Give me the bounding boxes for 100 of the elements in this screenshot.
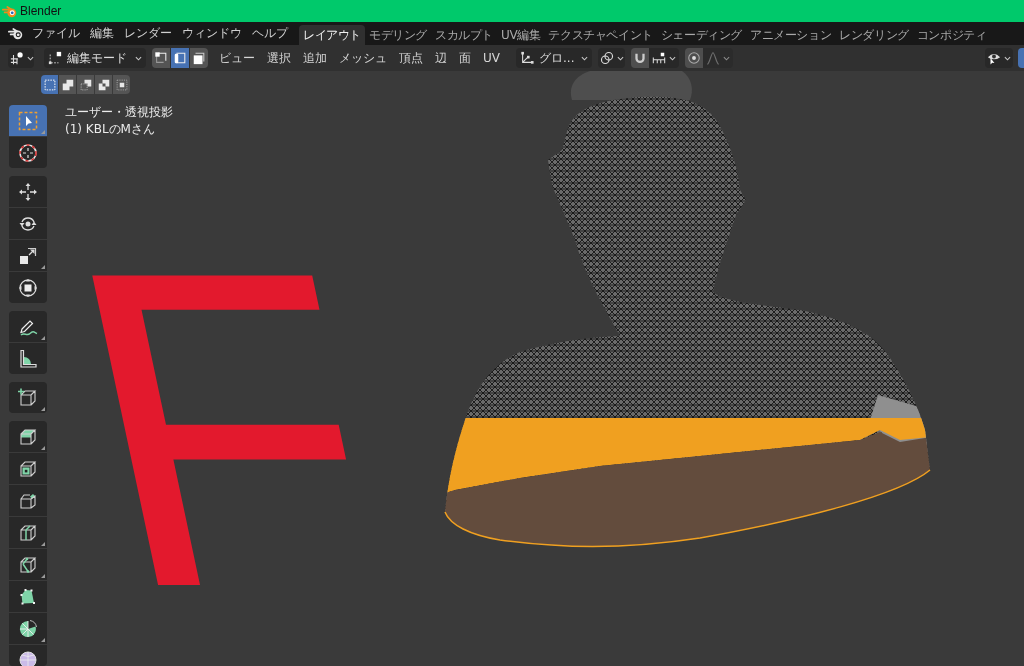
menu-item[interactable]: 編集: [85, 22, 119, 45]
add-cube-tool-button[interactable]: [9, 382, 47, 413]
scale-tool-button[interactable]: [9, 240, 47, 271]
square-cutout-icon: [79, 78, 92, 91]
menu-item[interactable]: メッシュ: [333, 48, 393, 68]
transform-tool-button[interactable]: [9, 272, 47, 303]
workspace-tab[interactable]: レンダリング: [835, 25, 913, 45]
menu-item[interactable]: 辺: [429, 48, 453, 68]
proportional-edit-toggle[interactable]: [685, 48, 703, 68]
dashed-square-icon: [43, 78, 56, 91]
menu-item[interactable]: レンダー: [119, 22, 177, 45]
smooth-tool-button[interactable]: [9, 645, 47, 666]
menu-item[interactable]: 選択: [261, 48, 297, 68]
workspace-tab[interactable]: モデリング: [365, 25, 432, 45]
cube-inset-face-icon: [18, 458, 38, 479]
falloff-dropdown[interactable]: [703, 48, 733, 68]
filled-square-icon: [192, 51, 206, 65]
selection-mode-button[interactable]: [59, 75, 76, 94]
cube-loop-line-icon: [18, 522, 38, 543]
square-edge-icon: [173, 51, 187, 65]
scale-squares-icon: [18, 245, 38, 266]
square-corner-dot-icon: [154, 51, 168, 65]
face-select-button[interactable]: [190, 48, 208, 68]
cube-top-face-icon: [18, 426, 38, 447]
overlapping-squares-icon: [61, 78, 74, 91]
selection-mode-button[interactable]: [95, 75, 112, 94]
workspace-tab[interactable]: アニメーション: [746, 25, 836, 45]
chevron-down-icon: [723, 55, 730, 61]
four-arrows-icon: [18, 181, 38, 202]
snap-target-dropdown[interactable]: [649, 48, 679, 68]
toggle-button[interactable]: [1018, 48, 1024, 68]
workspace-tab[interactable]: テクスチャペイント: [544, 25, 657, 45]
edge-select-button[interactable]: [171, 48, 189, 68]
vertex-select-button[interactable]: [152, 48, 170, 68]
square-vertices-icon: [48, 51, 62, 65]
chevron-down-icon: [669, 55, 676, 61]
measure-tool-button[interactable]: [9, 343, 47, 374]
grid-lines-dot-icon: [10, 51, 24, 65]
chevron-down-icon: [1004, 55, 1011, 61]
snap-grid-icon: [652, 51, 666, 65]
app-logo-icon: [2, 4, 18, 18]
selection-mode-button[interactable]: [41, 75, 58, 94]
transform-circle-icon: [18, 277, 38, 298]
chevron-down-icon: [581, 55, 588, 61]
menu-item[interactable]: ファイル: [27, 22, 85, 45]
cube-plus-icon: [18, 387, 38, 408]
workspace-tab[interactable]: UV編集: [497, 25, 545, 45]
move-tool-button[interactable]: [9, 176, 47, 207]
menu-item[interactable]: 頂点: [393, 48, 429, 68]
corner-triangle-icon: [41, 265, 45, 269]
knife-tool-button[interactable]: [9, 549, 47, 580]
menu-item[interactable]: 面: [453, 48, 477, 68]
falloff-curve-icon: [706, 51, 720, 65]
orientation-dropdown[interactable]: グロ...: [516, 48, 592, 68]
annotation-text: F: [53, 267, 398, 591]
corner-triangle-icon: [41, 638, 45, 642]
corner-triangle-icon: [41, 130, 45, 134]
extrude-tool-button[interactable]: [9, 421, 47, 452]
selection-mode-button[interactable]: [113, 75, 130, 94]
workspace-tab[interactable]: コンポジティ: [912, 25, 991, 45]
selection-mode-button[interactable]: [77, 75, 94, 94]
inset-tool-button[interactable]: [9, 453, 47, 484]
ruler-angle-icon: [18, 348, 38, 369]
offset-squares-icon: [97, 78, 110, 91]
linked-circles-icon: [600, 51, 614, 65]
object-name: (1) KBLのMさん: [65, 121, 156, 138]
cube-cut-line-icon: [18, 554, 38, 575]
chevron-down-icon: [617, 55, 624, 61]
cursor-tool-button[interactable]: [9, 137, 47, 168]
corner-triangle-icon: [41, 336, 45, 340]
menu-item[interactable]: 追加: [297, 48, 333, 68]
snap-toggle[interactable]: [631, 48, 649, 68]
pie-icon: [18, 618, 38, 639]
menu-item[interactable]: ヘルプ: [247, 22, 293, 45]
magnet-icon: [633, 51, 647, 65]
poly-build-tool-button[interactable]: [9, 581, 47, 612]
app-logo-icon[interactable]: [8, 27, 24, 40]
dashed-square-pointer-icon: [18, 110, 38, 131]
rotate-tool-button[interactable]: [9, 208, 47, 239]
mode-dropdown[interactable]: 編集モード: [44, 48, 146, 68]
bevel-tool-button[interactable]: [9, 485, 47, 516]
tool-dropdown[interactable]: [8, 48, 34, 68]
pivot-dropdown[interactable]: [598, 48, 625, 68]
target-circle-icon: [687, 51, 701, 65]
menu-item[interactable]: UV: [477, 48, 506, 68]
menu-item[interactable]: ウィンドウ: [177, 22, 247, 45]
loop-cut-tool-button[interactable]: [9, 517, 47, 548]
chevron-down-icon: [135, 55, 142, 61]
chevron-down-icon: [27, 55, 34, 61]
workspace-tab[interactable]: シェーディング: [656, 25, 747, 45]
view-name: ユーザー・透視投影: [65, 104, 173, 121]
sphere-icon: [18, 650, 38, 666]
workspace-tab[interactable]: スカルプト: [431, 25, 498, 45]
visibility-dropdown[interactable]: [985, 48, 1013, 68]
spin-tool-button[interactable]: [9, 613, 47, 644]
menu-item[interactable]: ビュー: [213, 48, 261, 68]
eye-pointer-icon: [987, 51, 1001, 65]
workspace-tab[interactable]: レイアウト: [299, 25, 365, 45]
axes-icon: [520, 51, 534, 65]
annotate-tool-button[interactable]: [9, 311, 47, 342]
